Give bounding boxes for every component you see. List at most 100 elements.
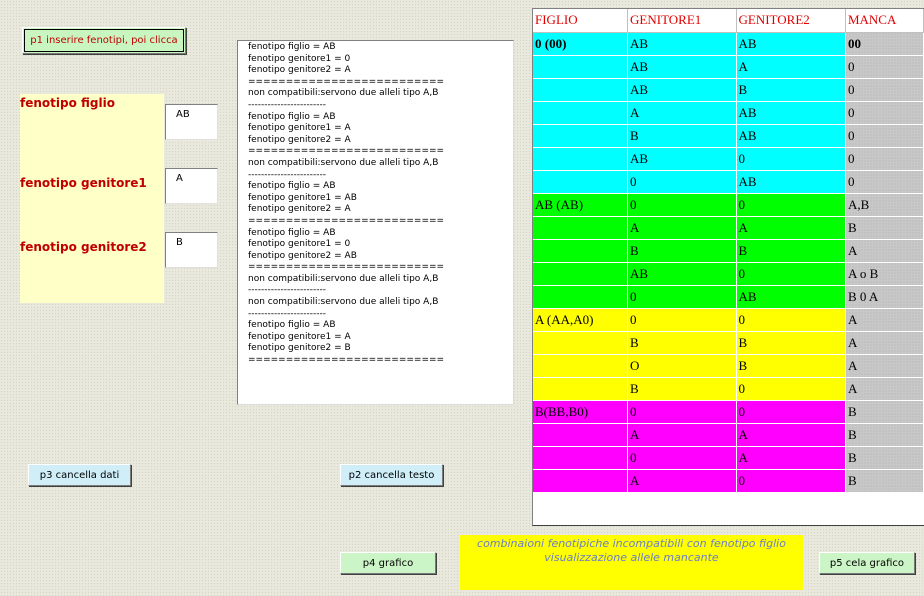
table-cell[interactable]: A [736, 446, 846, 470]
table-cell[interactable]: A [627, 423, 737, 447]
insert-phenotypes-button[interactable]: p1 inserire fenotipi, poi clicca [22, 27, 186, 54]
table-cell[interactable]: A o B [845, 262, 924, 286]
table-cell[interactable]: O [627, 354, 737, 378]
table-cell[interactable] [533, 331, 629, 355]
table-cell[interactable]: AB (AB) [533, 193, 629, 217]
table-cell[interactable]: 0 [627, 400, 737, 424]
table-cell[interactable]: 0 [627, 446, 737, 470]
table-cell[interactable]: 0 [845, 147, 924, 171]
table-cell[interactable]: 0 (00) [533, 32, 629, 56]
table-cell[interactable]: 0 [736, 400, 846, 424]
table-cell[interactable]: B [845, 400, 924, 424]
table-cell[interactable]: 0 [736, 262, 846, 286]
table-cell[interactable]: AB [736, 32, 846, 56]
table-cell[interactable]: A,B [845, 193, 924, 217]
table-cell[interactable]: B [627, 331, 737, 355]
table-cell[interactable]: AB [627, 147, 737, 171]
table-cell[interactable]: AB [736, 101, 846, 125]
table-cell[interactable]: AB [627, 55, 737, 79]
table-cell[interactable]: 0 [736, 193, 846, 217]
input-panel [20, 94, 164, 303]
table-cell[interactable]: A [627, 216, 737, 240]
table-cell[interactable]: B [845, 446, 924, 470]
table-cell[interactable] [533, 285, 629, 309]
table-cell[interactable] [533, 239, 629, 263]
table-cell[interactable]: 0 [845, 78, 924, 102]
table-cell[interactable]: 0 [736, 147, 846, 171]
table-cell[interactable]: A [736, 423, 846, 447]
table-cell[interactable]: A [845, 354, 924, 378]
text-line: fenotipo figlio = AB [248, 227, 336, 238]
text-line: ========================== [248, 262, 445, 273]
table-cell[interactable]: AB [736, 124, 846, 148]
table-cell[interactable]: B 0 A [845, 285, 924, 309]
table-cell[interactable]: AB [736, 170, 846, 194]
table-cell[interactable]: AB [627, 78, 737, 102]
table-cell[interactable]: B [627, 377, 737, 401]
results-textbox[interactable]: fenotipo figlio = AB fenotipo genitore1 =… [237, 40, 514, 405]
table-cell[interactable]: 0 [736, 377, 846, 401]
table-cell[interactable]: 00 [845, 32, 924, 56]
table-cell[interactable]: B [736, 78, 846, 102]
table-cell[interactable] [533, 101, 629, 125]
table-cell[interactable] [533, 262, 629, 286]
table-cell[interactable]: 0 [845, 55, 924, 79]
clear-text-button[interactable]: p2 cancella testo [340, 464, 443, 486]
table-cell[interactable] [533, 78, 629, 102]
table-cell[interactable] [533, 55, 629, 79]
hide-chart-button[interactable]: p5 cela grafico [819, 552, 915, 574]
table-cell[interactable] [533, 354, 629, 378]
table-row: A AB 0 [533, 101, 924, 125]
table-cell[interactable] [533, 170, 629, 194]
table-cell[interactable]: AB [736, 285, 846, 309]
table-cell[interactable] [533, 423, 629, 447]
table-cell[interactable]: AB [627, 32, 737, 56]
table-cell[interactable]: A [736, 55, 846, 79]
table-cell[interactable]: 0 [845, 101, 924, 125]
text-line: ========================== [248, 355, 445, 366]
table-cell[interactable]: B(BB,B0) [533, 400, 629, 424]
table-row: BBA [533, 239, 924, 263]
table-cell[interactable]: A [845, 308, 924, 332]
table-cell[interactable]: A [627, 101, 737, 125]
table-cell[interactable]: A [845, 239, 924, 263]
table-cell[interactable] [533, 216, 629, 240]
show-chart-button[interactable]: p4 grafico [340, 552, 436, 574]
table-cell[interactable]: 0 [627, 193, 737, 217]
table-cell[interactable]: 0 [627, 170, 737, 194]
table-cell[interactable]: A [845, 331, 924, 355]
figlio-input[interactable]: AB [165, 104, 218, 140]
table-cell[interactable]: A [627, 469, 737, 493]
table-cell[interactable]: 0 [736, 308, 846, 332]
text-line: fenotipo genitore2 = A [248, 134, 351, 145]
table-cell[interactable]: 0 [627, 285, 737, 309]
table-cell[interactable]: 0 [845, 124, 924, 148]
table-cell[interactable]: B [627, 239, 737, 263]
table-cell[interactable] [533, 469, 629, 493]
clear-data-button[interactable]: p3 cancella dati [28, 464, 131, 486]
table-cell[interactable] [533, 446, 629, 470]
table-cell[interactable]: B [845, 469, 924, 493]
table-cell[interactable] [533, 147, 629, 171]
table-cell[interactable]: AB [627, 262, 737, 286]
genitore1-input[interactable]: A [165, 168, 218, 204]
table-cell[interactable] [533, 124, 629, 148]
table-cell[interactable]: A [845, 377, 924, 401]
table-cell[interactable]: 0 [736, 469, 846, 493]
table-cell[interactable]: B [845, 423, 924, 447]
table-cell[interactable]: B [736, 239, 846, 263]
table-cell[interactable]: A [736, 216, 846, 240]
genitore2-input[interactable]: B [165, 232, 218, 268]
text-line: fenotipo genitore1 = A [248, 123, 351, 134]
table-cell[interactable]: 0 [845, 170, 924, 194]
table-cell[interactable]: 0 [627, 308, 737, 332]
phenotype-table-frame: FIGLIO GENITORE1 GENITORE2 MANCA 0 (00) AB AB 0… [532, 8, 924, 526]
text-line: non compatibili:servono due alleli tipo … [248, 273, 439, 284]
table-cell[interactable]: B [736, 331, 846, 355]
table-cell[interactable] [533, 377, 629, 401]
table-cell[interactable]: B [845, 216, 924, 240]
table-cell[interactable]: B [627, 124, 737, 148]
table-cell[interactable]: A (AA,A0) [533, 308, 629, 332]
table-cell[interactable]: B [736, 354, 846, 378]
text-line: ------------------------ [248, 308, 326, 319]
